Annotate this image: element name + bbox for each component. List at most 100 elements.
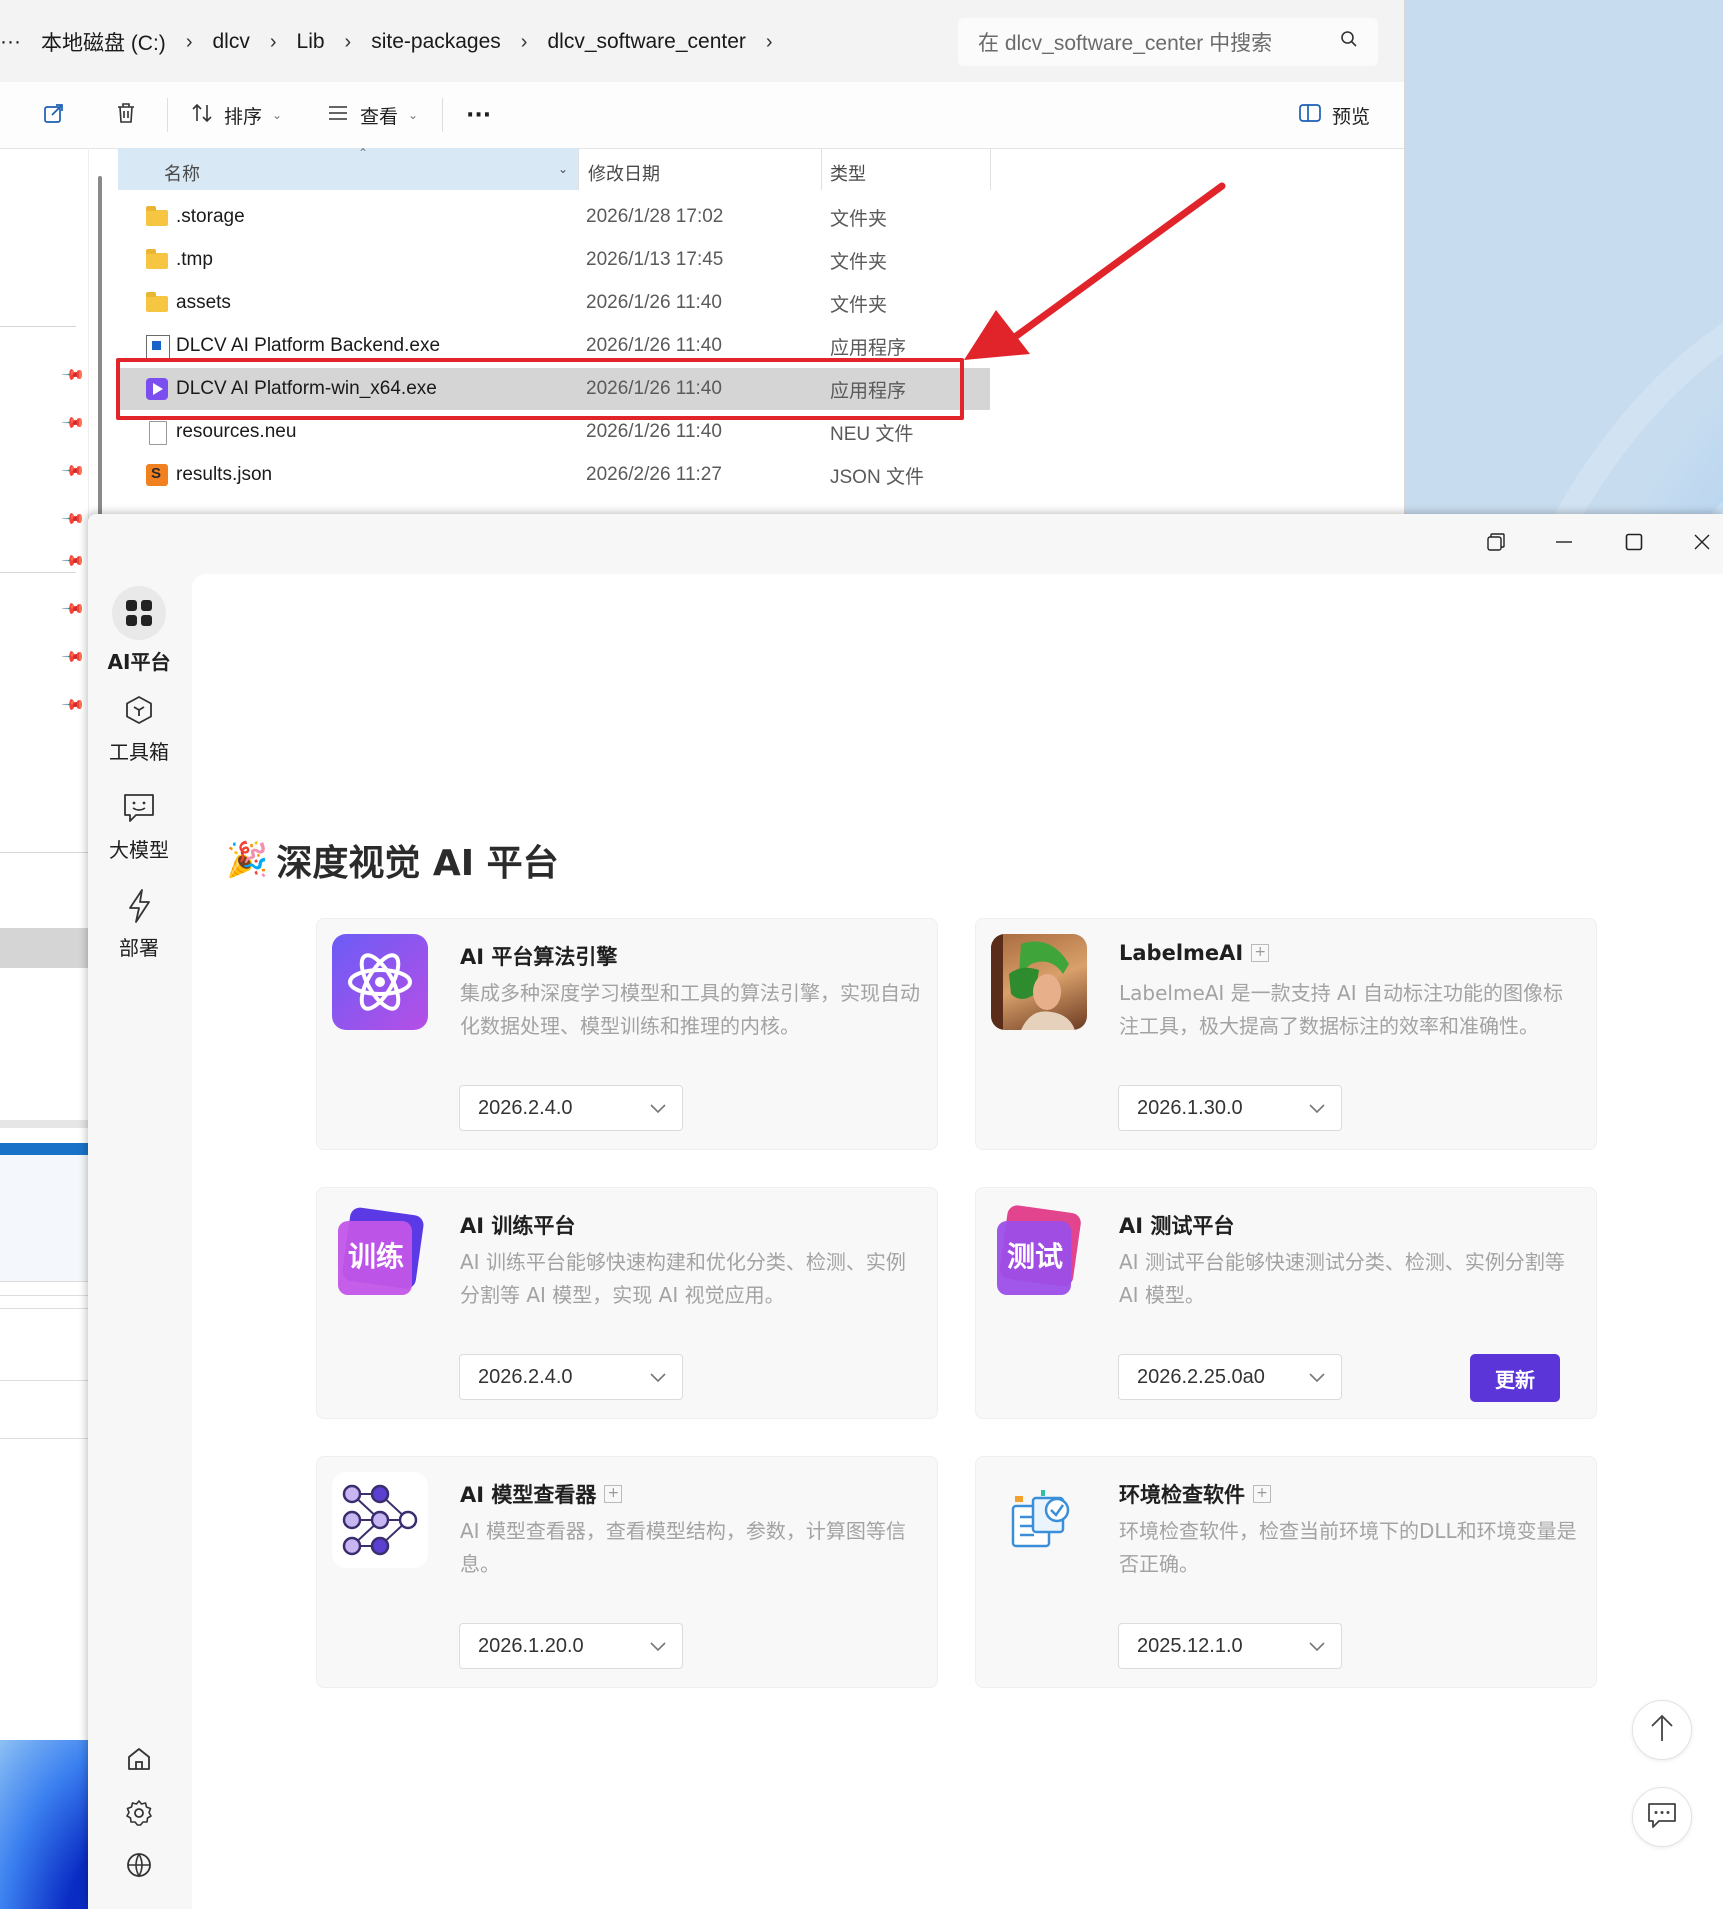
- pin-icon: 📌: [60, 410, 87, 436]
- app-card-algorithm-engine[interactable]: AI 平台算法引擎 集成多种深度学习模型和工具的算法引擎，实现自动化数据处理、模…: [316, 918, 938, 1150]
- highlight-box-annotation: [116, 358, 964, 420]
- message-icon: [1647, 1801, 1677, 1833]
- file-date: 2026/1/26 11:40: [586, 421, 722, 442]
- home-button[interactable]: [122, 1744, 156, 1778]
- file-type: 文件夹: [830, 251, 888, 273]
- pin-icon: 📌: [60, 692, 87, 718]
- app-card-labelmeai[interactable]: LabelmeAI + LabelmeAI 是一款支持 AI 自动标注功能的图像…: [975, 918, 1597, 1150]
- file-type: 文件夹: [830, 208, 888, 230]
- sidebar-item-deploy[interactable]: 部署: [88, 886, 190, 961]
- cube-icon: [112, 690, 166, 730]
- red-arrow-annotation: [964, 182, 1226, 360]
- pin-icon: 📌: [60, 596, 87, 622]
- breadcrumb-current-folder[interactable]: dlcv_software_center: [533, 30, 759, 54]
- scroll-to-top-button[interactable]: [1632, 1700, 1692, 1760]
- version-select[interactable]: 2026.2.4.0: [459, 1354, 683, 1400]
- logo-text: 测试: [1007, 1240, 1064, 1273]
- pin-icon: 📌: [60, 644, 87, 670]
- sidebar-item-large-model[interactable]: 大模型: [88, 788, 190, 863]
- file-name: resources.neu: [176, 421, 297, 442]
- column-type-label[interactable]: 类型: [830, 160, 866, 186]
- breadcrumb-overflow[interactable]: ···: [0, 30, 27, 54]
- chevron-down-icon: [650, 1635, 666, 1658]
- sort-ascending-icon: ⌃: [358, 146, 369, 160]
- card-title-text: 环境检查软件: [1119, 1483, 1245, 1507]
- preview-pane-icon: [1298, 101, 1322, 130]
- party-popper-icon: 🎉: [226, 840, 269, 880]
- close-button[interactable]: [1682, 524, 1722, 564]
- version-select[interactable]: 2026.2.25.0a0: [1118, 1354, 1342, 1400]
- pin-icon: 📌: [60, 362, 87, 388]
- pin-icon: 📌: [60, 458, 87, 484]
- card-title: AI 平台算法引擎: [460, 941, 617, 971]
- app-card-env-check[interactable]: 环境检查软件 + 环境检查软件，检查当前环境下的DLL和环境变量是否正确。 20…: [975, 1456, 1597, 1688]
- preview-pane-button[interactable]: 预览: [1298, 82, 1370, 148]
- language-button[interactable]: [122, 1850, 156, 1884]
- file-row-assets[interactable]: assets 2026/1/26 11:40 文件夹: [118, 282, 990, 324]
- expand-plus-icon[interactable]: +: [1253, 1485, 1271, 1503]
- version-select[interactable]: 2025.12.1.0: [1118, 1623, 1342, 1669]
- chevron-down-icon: [1309, 1366, 1325, 1389]
- version-select[interactable]: 2026.2.4.0: [459, 1085, 683, 1131]
- card-title-text: AI 训练平台: [460, 1214, 576, 1238]
- breadcrumb-site-packages[interactable]: site-packages: [357, 30, 515, 54]
- minimize-button[interactable]: [1544, 524, 1584, 564]
- app-card-model-viewer[interactable]: AI 模型查看器 + AI 模型查看器，查看模型结构，参数，计算图等信息。 20…: [316, 1456, 938, 1688]
- feedback-button[interactable]: [1632, 1787, 1692, 1847]
- train-logo-icon: 训练: [332, 1203, 428, 1299]
- breadcrumb-dlcv[interactable]: dlcv: [198, 30, 263, 54]
- share-button[interactable]: [42, 82, 66, 148]
- preview-label: 预览: [1332, 105, 1371, 128]
- file-type: 应用程序: [830, 337, 907, 359]
- file-type: JSON 文件: [830, 466, 924, 488]
- column-date-label[interactable]: 修改日期: [588, 160, 660, 186]
- card-title-text: AI 平台算法引擎: [460, 945, 618, 969]
- version-value: 2026.2.25.0a0: [1137, 1365, 1265, 1388]
- file-row-tmp[interactable]: .tmp 2026/1/13 17:45 文件夹: [118, 239, 990, 281]
- sort-icon: [190, 101, 214, 130]
- view-button[interactable]: 查看 ⌄: [326, 82, 418, 148]
- maximize-icon: [1625, 533, 1643, 555]
- expand-plus-icon[interactable]: +: [1251, 944, 1270, 962]
- nav-scrollbar[interactable]: [98, 176, 102, 560]
- version-value: 2025.12.1.0: [1137, 1634, 1243, 1657]
- search-placeholder: 在 dlcv_software_center 中搜索: [978, 32, 1273, 55]
- file-row-storage[interactable]: .storage 2026/1/28 17:02 文件夹: [118, 196, 990, 238]
- minimize-icon: [1555, 533, 1573, 555]
- sidebar-item-toolbox[interactable]: 工具箱: [88, 690, 190, 765]
- sidebar-item-ai-platform[interactable]: AI平台: [88, 586, 190, 675]
- update-button[interactable]: 更新: [1470, 1354, 1560, 1402]
- file-name: .tmp: [176, 249, 213, 270]
- settings-button[interactable]: [122, 1798, 156, 1832]
- file-name: DLCV AI Platform Backend.exe: [176, 335, 441, 356]
- title-bar[interactable]: [88, 514, 1723, 572]
- search-input[interactable]: 在 dlcv_software_center 中搜索: [958, 18, 1378, 66]
- app-card-test-platform[interactable]: 测试 AI 测试平台 AI 测试平台能够快速测试分类、检测、实例分割等 AI 模…: [975, 1187, 1597, 1419]
- app-card-training-platform[interactable]: 训练 AI 训练平台 AI 训练平台能够快速构建和优化分类、检测、实例分割等 A…: [316, 1187, 938, 1419]
- breadcrumb-drive[interactable]: 本地磁盘 (C:): [27, 27, 180, 57]
- card-description: LabelmeAI 是一款支持 AI 自动标注功能的图像标注工具，极大提高了数据…: [1119, 981, 1563, 1038]
- version-select[interactable]: 2026.1.20.0: [459, 1623, 683, 1669]
- chevron-down-icon: [1309, 1097, 1325, 1120]
- sort-button[interactable]: 排序 ⌄: [190, 82, 282, 148]
- breadcrumb: ··· 本地磁盘 (C:) › dlcv › Lib › site-packag…: [0, 22, 779, 62]
- navigation-pane[interactable]: 📌 📌 📌 📌: [0, 148, 89, 560]
- chevron-right-icon: ›: [269, 30, 277, 53]
- version-value: 2026.1.30.0: [1137, 1096, 1243, 1119]
- chevron-down-icon[interactable]: ⌄: [558, 162, 568, 176]
- file-row-results-json[interactable]: results.json 2026/2/26 11:27 JSON 文件: [118, 454, 990, 496]
- delete-button[interactable]: [114, 82, 138, 148]
- expand-plus-icon[interactable]: +: [604, 1485, 623, 1503]
- breadcrumb-lib[interactable]: Lib: [283, 30, 339, 54]
- close-icon: [1693, 533, 1711, 555]
- restore-window-button[interactable]: [1476, 524, 1516, 564]
- card-description: 集成多种深度学习模型和工具的算法引擎，实现自动化数据处理、模型训练和推理的内核。: [460, 981, 920, 1038]
- more-options-button[interactable]: ···: [466, 82, 491, 148]
- folder-icon: [146, 206, 168, 226]
- chevron-right-icon[interactable]: ›: [760, 31, 779, 54]
- chevron-down-icon: ⌄: [408, 108, 419, 122]
- version-select[interactable]: 2026.1.30.0: [1118, 1085, 1342, 1131]
- home-icon: [126, 1746, 152, 1776]
- overlap-window-icon: [1487, 533, 1505, 555]
- maximize-button[interactable]: [1614, 524, 1654, 564]
